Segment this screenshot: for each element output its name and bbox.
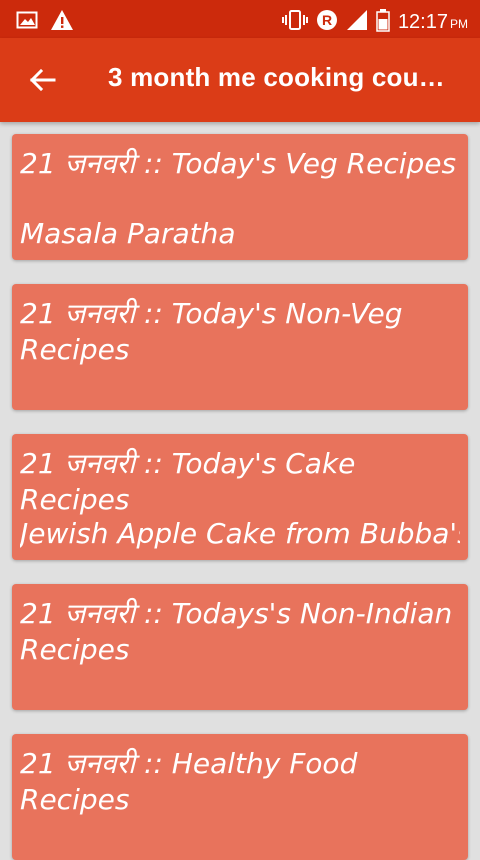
card-title: 21 जनवरी :: Today's Cake Recipes: [20, 447, 356, 516]
clock: 12:17 PM: [398, 11, 468, 34]
svg-text:R: R: [322, 12, 332, 28]
card-title: 21 जनवरी :: Today's Veg Recipes: [20, 147, 457, 180]
signal-icon: [346, 9, 368, 35]
gallery-icon: [16, 10, 38, 34]
status-bar: R 12:17 PM: [0, 0, 480, 38]
clock-ampm: PM: [450, 16, 468, 31]
page-title: 3 month me cooking cou…: [108, 62, 445, 92]
card-title: 21 जनवरी :: Healthy Food Recipes: [20, 747, 358, 816]
card-subtitle: Masala Paratha: [20, 217, 236, 250]
recipe-card-non-indian[interactable]: 21 जनवरी :: Todays's Non-Indian Recipes: [12, 584, 468, 710]
roaming-icon: R: [316, 9, 338, 35]
system-icons: R 12:17 PM: [281, 8, 468, 36]
app-bar: 3 month me cooking cou…: [0, 38, 480, 122]
recipe-card-veg[interactable]: 21 जनवरी :: Today's Veg Recipes Masala P…: [12, 134, 468, 260]
back-button[interactable]: [26, 64, 58, 96]
recipe-card-nonveg[interactable]: 21 जनवरी :: Today's Non-Veg Recipes: [12, 284, 468, 410]
battery-icon: [376, 8, 390, 36]
arrow-back-icon: [26, 68, 58, 100]
card-title: 21 जनवरी :: Todays's Non-Indian Recipes: [20, 597, 453, 666]
vibrate-icon: [281, 9, 308, 35]
warning-icon: [50, 9, 74, 35]
card-title: 21 जनवरी :: Today's Non-Veg Recipes: [20, 297, 403, 366]
notification-icons: [16, 9, 74, 35]
clock-time: 12:17: [397, 10, 448, 33]
card-subtitle: Jewish Apple Cake from Bubba's: [20, 517, 460, 550]
recipe-card-healthy[interactable]: 21 जनवरी :: Healthy Food Recipes: [12, 734, 468, 860]
recipe-card-cake[interactable]: 21 जनवरी :: Today's Cake Recipes Jewish …: [12, 434, 468, 560]
